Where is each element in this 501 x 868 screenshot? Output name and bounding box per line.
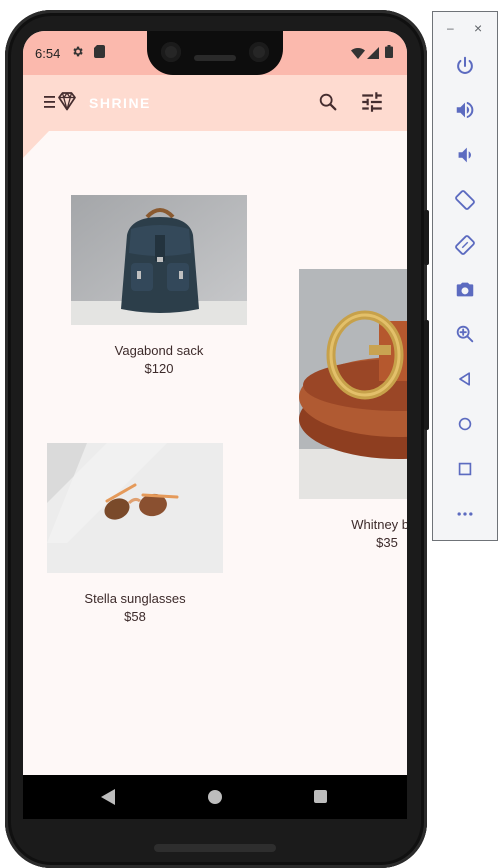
minimize-icon[interactable]: – xyxy=(447,21,454,35)
overview-icon[interactable] xyxy=(447,451,483,487)
system-nav-bar xyxy=(23,775,407,819)
device-screen: 6:54 SHRINE Vagabond sack $120 Whitney b… xyxy=(23,31,407,775)
nav-home-icon[interactable] xyxy=(208,790,222,804)
status-time: 6:54 xyxy=(35,46,61,61)
phone-chin-speaker xyxy=(154,844,276,852)
nav-back-icon[interactable] xyxy=(101,789,115,810)
settings-notification-icon xyxy=(71,45,84,63)
nav-overview-icon[interactable] xyxy=(314,790,327,803)
earpiece xyxy=(194,55,236,61)
front-camera-right xyxy=(249,42,269,62)
product-name: Stella sunglasses xyxy=(84,591,186,606)
volume-up-icon[interactable] xyxy=(447,92,483,128)
product-grid-layer: Vagabond sack $120 Whitney belt $35 xyxy=(23,131,407,775)
product-price: $120 xyxy=(144,361,174,376)
filter-tune-icon[interactable] xyxy=(359,89,385,120)
sd-card-icon xyxy=(94,45,105,63)
app-bar: SHRINE xyxy=(23,75,407,131)
home-icon[interactable] xyxy=(447,406,483,442)
product-name: Whitney belt xyxy=(351,517,407,532)
app-title: SHRINE xyxy=(89,95,151,111)
signal-icon xyxy=(367,46,379,64)
product-price: $58 xyxy=(124,609,146,624)
camera-notch xyxy=(147,31,283,75)
product-card-whitney-belt[interactable]: Whitney belt $35 xyxy=(299,269,407,554)
volume-down-icon[interactable] xyxy=(447,137,483,173)
close-icon[interactable]: × xyxy=(474,20,482,36)
product-image-backpack xyxy=(71,195,247,325)
product-card-vagabond-sack[interactable]: Vagabond sack $120 xyxy=(71,195,247,385)
product-name: Vagabond sack xyxy=(114,343,204,358)
status-bar: 6:54 xyxy=(23,31,407,75)
more-icon[interactable] xyxy=(447,496,483,532)
front-camera-left xyxy=(161,42,181,62)
back-icon[interactable] xyxy=(447,361,483,397)
wifi-icon xyxy=(351,46,365,64)
power-icon[interactable] xyxy=(447,48,483,84)
product-card-stella-sunglasses[interactable]: Stella sunglasses $58 xyxy=(47,443,223,633)
product-image-sunglasses xyxy=(47,443,223,573)
rotate-right-icon[interactable] xyxy=(447,227,483,263)
product-image-belt xyxy=(299,269,407,499)
search-icon[interactable] xyxy=(317,91,339,118)
menu-diamond-icon[interactable] xyxy=(44,91,78,118)
product-price: $35 xyxy=(376,535,398,550)
battery-icon xyxy=(385,45,393,63)
phone-power-key xyxy=(424,210,429,265)
emulator-toolbar: – × xyxy=(432,11,498,541)
zoom-icon[interactable] xyxy=(447,316,483,352)
phone-volume-key xyxy=(424,320,429,430)
camera-icon[interactable] xyxy=(447,271,483,307)
rotate-left-icon[interactable] xyxy=(447,182,483,218)
